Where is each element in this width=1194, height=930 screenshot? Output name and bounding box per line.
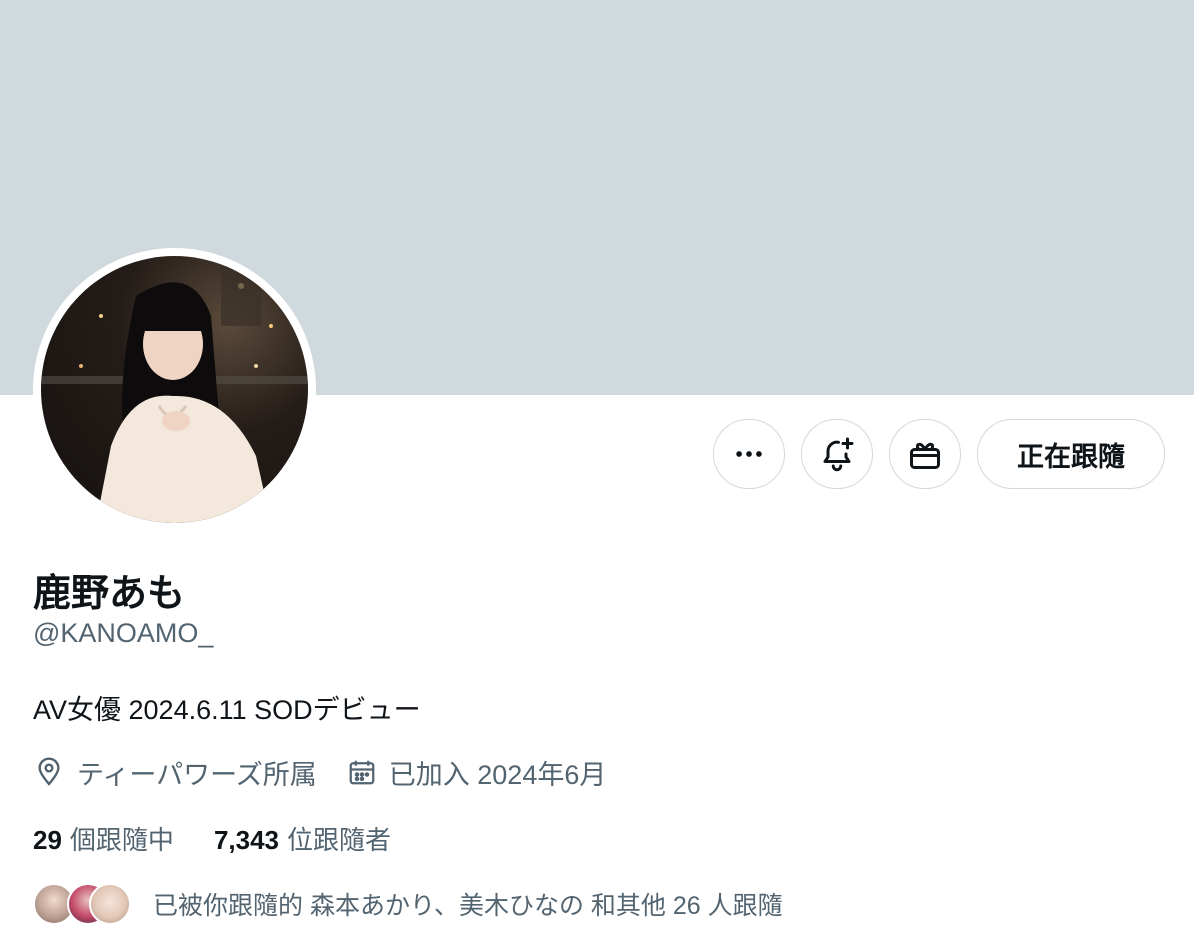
profile-meta: ティーパワーズ所属 已加入 2024年6月 bbox=[33, 752, 606, 792]
follow-stats: 29 個跟隨中 7,343 位跟隨者 bbox=[33, 818, 391, 858]
avatar bbox=[89, 883, 131, 925]
notify-button[interactable] bbox=[801, 419, 873, 489]
location: ティーパワーズ所属 bbox=[33, 753, 317, 792]
join-date: 已加入 2024年6月 bbox=[347, 753, 607, 792]
gift-icon bbox=[910, 442, 940, 469]
calendar-icon bbox=[349, 760, 375, 785]
user-handle: @KANOAMO_ bbox=[33, 618, 214, 648]
followers-label: 位跟隨者 bbox=[287, 824, 392, 855]
following-button[interactable]: 正在跟隨 bbox=[977, 419, 1165, 489]
location-text: ティーパワーズ所属 bbox=[77, 759, 317, 790]
following-link[interactable]: 29 個跟隨中 bbox=[33, 820, 174, 857]
join-date-text: 已加入 2024年6月 bbox=[388, 759, 607, 790]
bell-plus-icon bbox=[823, 437, 854, 472]
followers-you-know-avatars bbox=[33, 881, 133, 927]
followers-count: 7,343 bbox=[213, 824, 280, 855]
followed-by-text: 已被你跟隨的 森本あかり、美木ひなの 和其他 26 人跟隨 bbox=[153, 892, 783, 920]
following-label: 個跟隨中 bbox=[69, 824, 174, 855]
more-button[interactable] bbox=[713, 419, 785, 489]
location-pin-icon bbox=[38, 757, 60, 786]
more-horizontal-icon bbox=[736, 451, 762, 457]
followers-link[interactable]: 7,343 位跟隨者 bbox=[214, 820, 391, 857]
following-button-label: 正在跟隨 bbox=[1017, 441, 1125, 472]
following-count: 29 bbox=[33, 824, 62, 855]
gift-button[interactable] bbox=[889, 419, 961, 489]
profile-avatar[interactable] bbox=[33, 248, 316, 531]
avatar-photo bbox=[41, 256, 308, 523]
display-name: 鹿野あも bbox=[33, 573, 186, 615]
followed-by[interactable]: 已被你跟隨的 森本あかり、美木ひなの 和其他 26 人跟隨 bbox=[33, 879, 783, 929]
profile-bio: AV女優 2024.6.11 SODデビュー bbox=[33, 695, 421, 725]
